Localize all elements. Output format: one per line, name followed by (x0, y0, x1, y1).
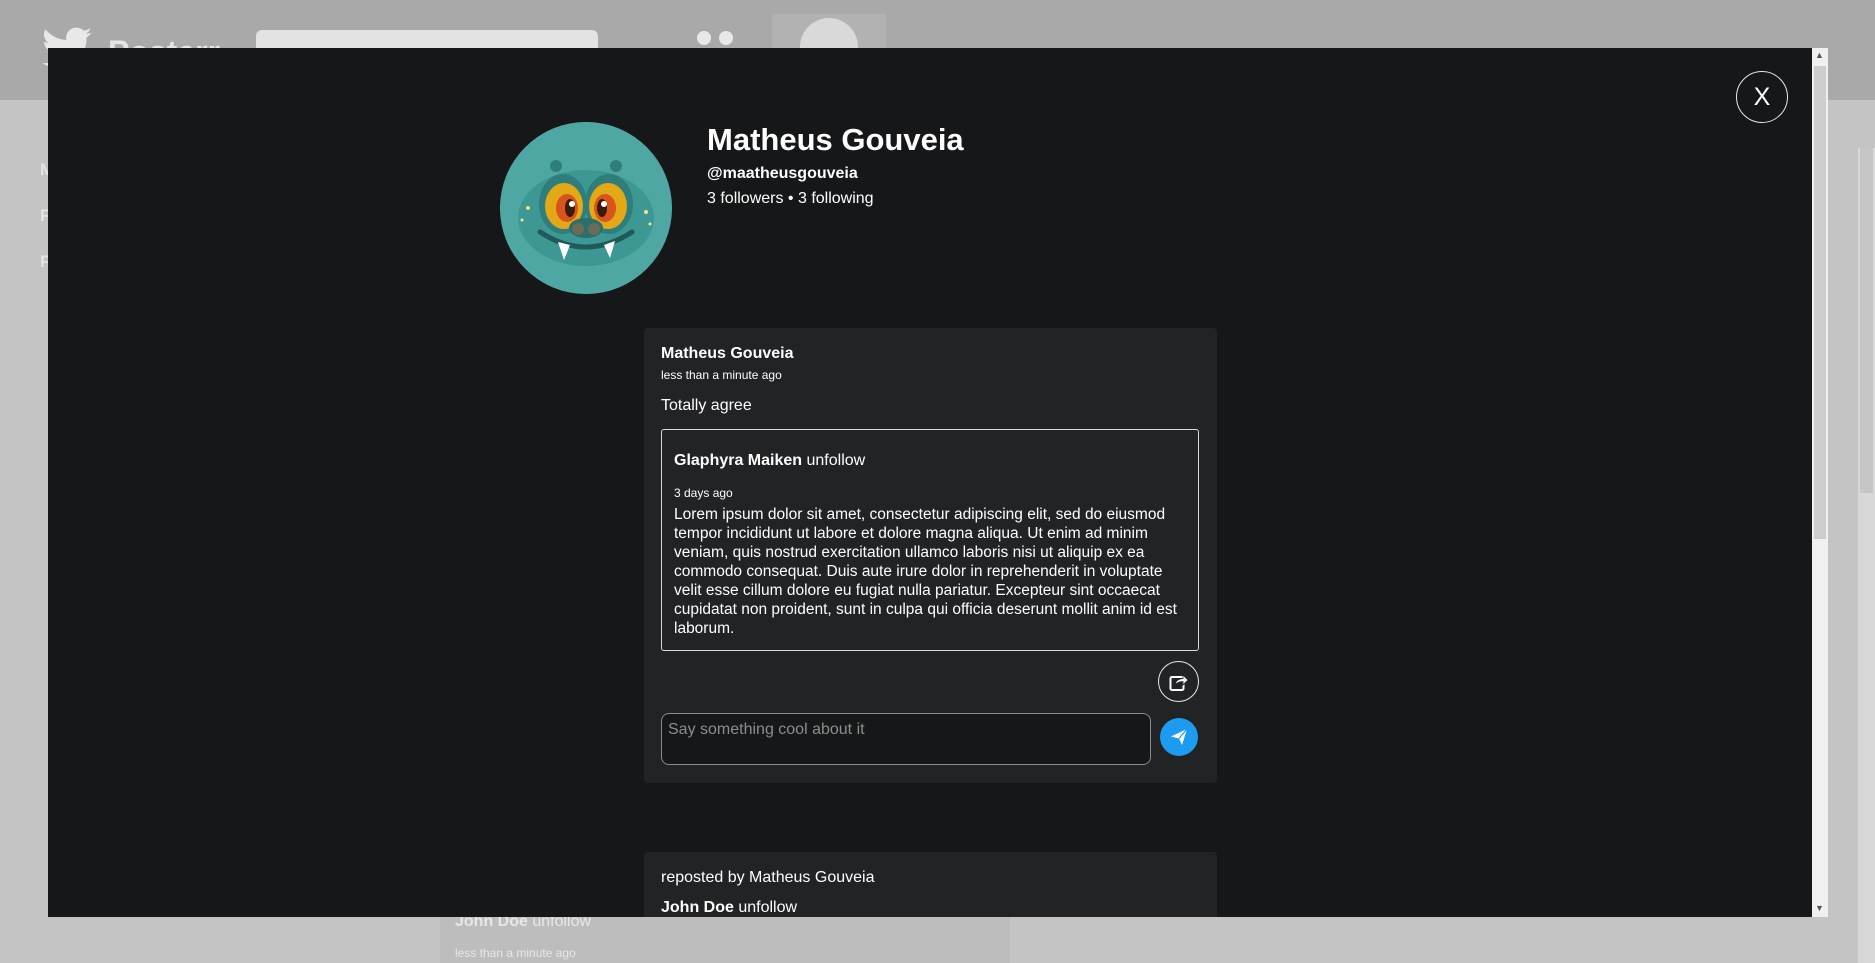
profile-name: Matheus Gouveia (707, 122, 964, 157)
scrollbar-thumb[interactable] (1814, 66, 1826, 539)
send-icon (1171, 728, 1188, 745)
post-text: Totally agree (661, 397, 752, 414)
post-author[interactable]: Matheus Gouveia (661, 345, 793, 363)
send-button[interactable] (1160, 718, 1198, 756)
profile-avatar (500, 122, 672, 294)
close-icon: X (1753, 82, 1771, 111)
post-time: less than a minute ago (661, 368, 782, 382)
page-scrollbar[interactable] (1858, 148, 1875, 963)
monster-avatar-icon (500, 122, 672, 294)
follow-toggle[interactable]: unfollow (738, 899, 797, 916)
post-card: Matheus Gouveia less than a minute ago T… (644, 328, 1217, 783)
feed-time: less than a minute ago (455, 946, 576, 960)
modal-scrollbar[interactable]: ▲ ▼ (1812, 48, 1828, 917)
repost-author: John Doe unfollow (661, 899, 797, 917)
profile-stats: 3 followers • 3 following (707, 190, 874, 207)
quoted-post-author: Glaphyra Maiken unfollow (674, 452, 865, 470)
scrollbar-thumb[interactable] (1860, 148, 1873, 493)
repost-card: reposted by Matheus Gouveia John Doe unf… (644, 852, 1217, 917)
repost-author-name[interactable]: John Doe (661, 899, 734, 916)
scroll-up-arrow-icon[interactable]: ▲ (1815, 50, 1824, 60)
quoted-post-time: 3 days ago (674, 486, 733, 500)
quoted-post-text: Lorem ipsum dolor sit amet, consectetur … (674, 506, 1177, 637)
repost-label: reposted by Matheus Gouveia (661, 869, 875, 886)
scroll-down-arrow-icon[interactable]: ▼ (1815, 903, 1824, 913)
close-button[interactable]: X (1736, 71, 1788, 123)
share-icon (1169, 673, 1189, 691)
profile-modal: X Matheus Gouveia @maatheusgouveia 3 fol… (48, 48, 1812, 917)
follow-toggle[interactable]: unfollow (807, 452, 866, 469)
share-button[interactable] (1158, 661, 1199, 702)
quoted-author-name[interactable]: Glaphyra Maiken (674, 452, 802, 469)
comment-input[interactable] (661, 713, 1151, 765)
quoted-post[interactable]: Glaphyra Maiken unfollow 3 days ago Lore… (661, 429, 1199, 651)
profile-handle: @maatheusgouveia (707, 165, 858, 182)
